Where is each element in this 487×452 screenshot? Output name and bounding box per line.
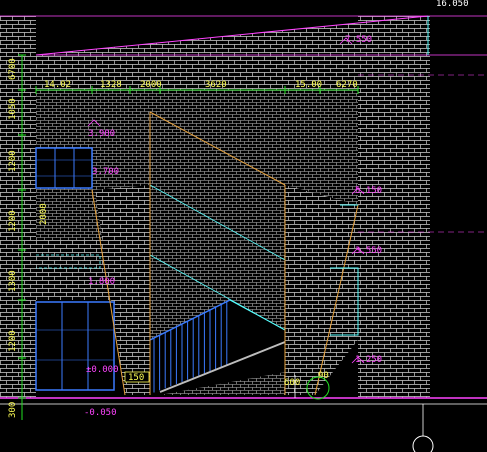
elev-1800: 1.800	[88, 277, 115, 287]
dim-left-4: 1200	[8, 210, 18, 232]
right-pier	[358, 16, 430, 398]
elev-3900: 3.900	[88, 129, 115, 139]
elev-ground: ±0.000	[86, 365, 119, 375]
dim-left-5: 1300	[8, 270, 18, 292]
dim-left-3: 1200	[8, 150, 18, 172]
dim-top-6: 6270	[336, 80, 358, 90]
elev-base: -0.050	[84, 408, 117, 418]
dim-left-6: 1200	[8, 330, 18, 352]
dim-top-4: 3620	[205, 80, 227, 90]
ground-door	[35, 301, 115, 391]
dim-left-7: 300	[8, 402, 18, 418]
elev-3550: 3.550	[355, 246, 382, 256]
dim-top-1: 14.02	[44, 80, 71, 90]
cad-elevation-drawing: 6700 1050 1200 1200 1300 1200 300 14.02 …	[0, 0, 487, 452]
dim-top-2: 1328	[100, 80, 122, 90]
dim-top-5: 15.00	[295, 80, 322, 90]
window-dim: 2000	[39, 203, 49, 225]
elev-roof-upper: 7.550	[345, 35, 372, 45]
dim-bottom-left: 150	[128, 373, 144, 383]
dim-left-1: 6700	[8, 58, 18, 80]
elev-5150: 5.150	[355, 186, 382, 196]
left-pier	[0, 16, 36, 398]
elev-3700: 3.700	[92, 167, 119, 177]
upper-window	[35, 147, 93, 189]
dim-top-3: 2000	[140, 80, 162, 90]
elev-1250: 1.250	[355, 355, 382, 365]
dim-bottom-right: 600	[284, 378, 300, 388]
elev-roof-top: 16.050	[436, 0, 469, 9]
dim-left-2: 1050	[8, 98, 18, 120]
right-slab	[285, 185, 358, 395]
dim-bottom-corner: 90	[318, 371, 329, 381]
